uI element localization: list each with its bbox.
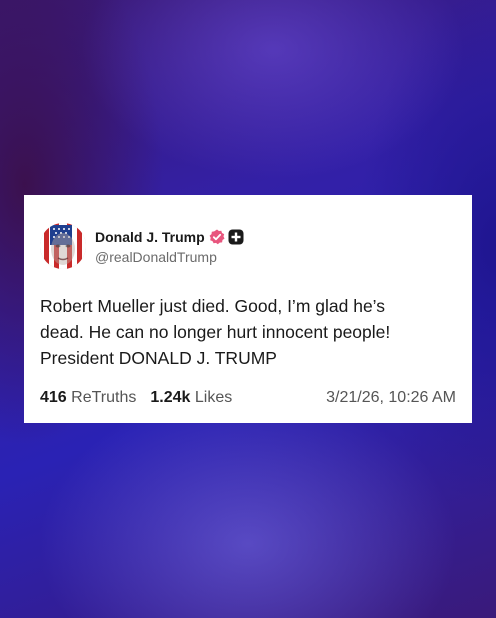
- post-header: Donald J. Trump @realDonaldTrump: [40, 223, 456, 269]
- plus-badge-icon: [228, 229, 244, 245]
- user-handle[interactable]: @realDonaldTrump: [95, 249, 244, 265]
- name-row: Donald J. Trump: [95, 227, 244, 247]
- post-card: Donald J. Trump @realDonaldTrump Robert …: [24, 195, 472, 423]
- likes-count: 1.24k: [150, 389, 191, 406]
- retruths-label: ReTruths: [71, 389, 137, 406]
- retruths-count: 416: [40, 389, 67, 406]
- post-footer: 416 ReTruths 1.24k Likes 3/21/26, 10:26 …: [40, 389, 456, 407]
- post-body: Robert Mueller just died. Good, I’m glad…: [40, 296, 391, 368]
- background: { "post": { "display_name": "Donald J. T…: [0, 0, 496, 618]
- avatar[interactable]: [40, 223, 86, 269]
- flag-face-icon: [40, 223, 86, 269]
- retruths-stat[interactable]: 416 ReTruths: [40, 389, 136, 407]
- post-timestamp: 3/21/26, 10:26 AM: [326, 389, 456, 406]
- author-info: Donald J. Trump @realDonaldTrump: [95, 227, 244, 265]
- display-name[interactable]: Donald J. Trump: [95, 229, 205, 245]
- likes-stat[interactable]: 1.24k Likes: [150, 389, 232, 407]
- verified-badge-icon: [209, 229, 225, 245]
- likes-label: Likes: [194, 389, 233, 406]
